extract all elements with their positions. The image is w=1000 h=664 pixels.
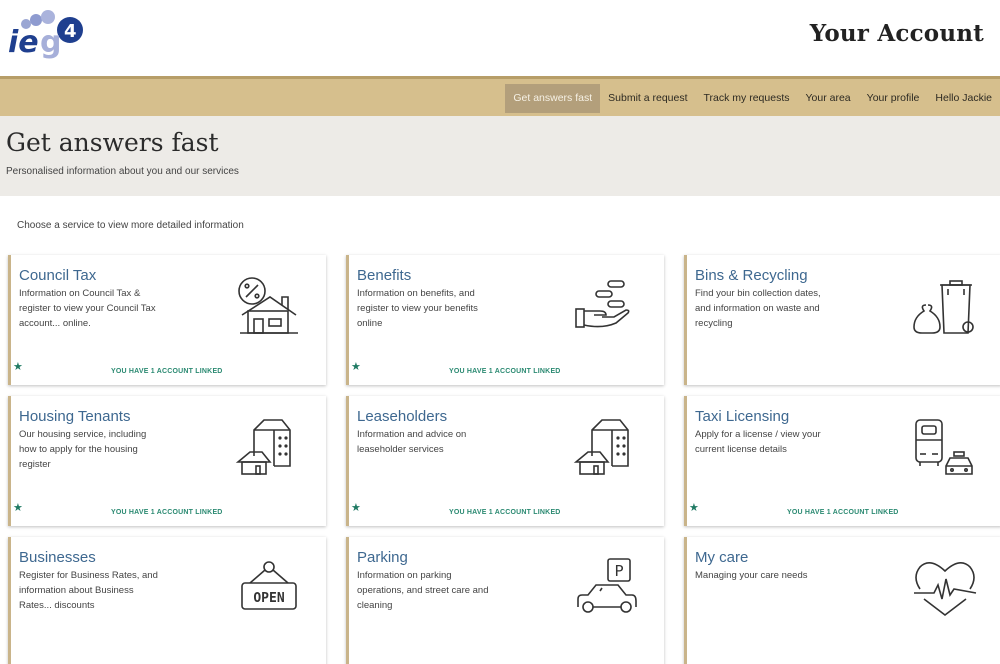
svg-text:g: g <box>40 25 61 60</box>
star-icon[interactable]: ★ <box>351 501 361 514</box>
nav-submit-request[interactable]: Submit a request <box>600 84 695 113</box>
star-icon[interactable]: ★ <box>351 360 361 373</box>
card-description: Our housing service, including how to ap… <box>19 429 147 470</box>
page-subtitle: Personalised information about you and o… <box>6 166 239 177</box>
card-title: Bins & Recycling <box>695 267 808 284</box>
service-card-benefits[interactable]: Benefits Information on benefits, and re… <box>346 255 664 385</box>
page-header-title: Your Account <box>809 20 984 47</box>
nav-track-requests[interactable]: Track my requests <box>696 84 798 113</box>
service-card-leaseholders[interactable]: Leaseholders Information and advice on l… <box>346 396 664 526</box>
card-title: Businesses <box>19 549 96 566</box>
card-description: Information on parking operations, and s… <box>357 570 489 611</box>
service-card-parking[interactable]: Parking Information on parking operation… <box>346 537 664 664</box>
card-description: Information on benefits, and register to… <box>357 288 478 329</box>
card-title: My care <box>695 549 749 566</box>
buildings-icon <box>573 419 629 475</box>
svg-text:4: 4 <box>64 21 77 42</box>
account-linked-status: YOU HAVE 1 ACCOUNT LINKED <box>449 368 561 375</box>
wheelie-bin-icon <box>913 280 974 334</box>
car-parking-icon: P <box>577 558 637 613</box>
heart-pulse-icon <box>914 562 977 617</box>
svg-text:OPEN: OPEN <box>253 591 284 606</box>
svg-text:P: P <box>614 562 623 580</box>
instructions-text: Choose a service to view more detailed i… <box>17 220 244 231</box>
service-card-taxi-licensing[interactable]: Taxi Licensing Apply for a license / vie… <box>684 396 1000 526</box>
service-card-my-care[interactable]: My care Managing your care needs <box>684 537 1000 664</box>
account-linked-status: YOU HAVE 1 ACCOUNT LINKED <box>449 509 561 516</box>
service-card-council-tax[interactable]: Council Tax Information on Council Tax &… <box>8 255 326 385</box>
bus-taxi-icon <box>915 419 973 475</box>
hand-coins-icon <box>575 280 630 328</box>
card-title: Parking <box>357 549 408 566</box>
card-description: Find your bin collection dates, and info… <box>695 288 821 329</box>
card-title: Housing Tenants <box>19 408 131 425</box>
main-nav: Get answers fast Submit a request Track … <box>0 76 1000 116</box>
nav-user-greeting[interactable]: Hello Jackie <box>927 84 1000 113</box>
card-title: Benefits <box>357 267 412 284</box>
buildings-icon <box>235 419 291 475</box>
star-icon[interactable]: ★ <box>689 501 699 514</box>
nav-get-answers-fast[interactable]: Get answers fast <box>505 84 601 113</box>
star-icon[interactable]: ★ <box>13 501 23 514</box>
page-title: Get answers fast <box>6 128 219 157</box>
card-description: Apply for a license / view your current … <box>695 429 821 455</box>
account-linked-status: YOU HAVE 1 ACCOUNT LINKED <box>111 509 223 516</box>
card-description: Information and advice on leaseholder se… <box>357 429 467 455</box>
card-title: Leaseholders <box>357 408 448 425</box>
card-title: Taxi Licensing <box>695 408 790 425</box>
service-card-housing-tenants[interactable]: Housing Tenants Our housing service, inc… <box>8 396 326 526</box>
card-title: Council Tax <box>19 267 97 284</box>
open-sign-icon: OPEN <box>241 561 297 610</box>
card-description: Information on Council Tax & register to… <box>19 288 156 329</box>
account-linked-status: YOU HAVE 1 ACCOUNT LINKED <box>787 509 899 516</box>
ieg4-logo[interactable]: 4 ie g <box>6 8 86 64</box>
nav-your-profile[interactable]: Your profile <box>859 84 928 113</box>
star-icon[interactable]: ★ <box>13 360 23 373</box>
account-linked-status: YOU HAVE 1 ACCOUNT LINKED <box>111 368 223 375</box>
card-description: Managing your care needs <box>695 570 808 581</box>
nav-your-area[interactable]: Your area <box>798 84 859 113</box>
card-description: Register for Business Rates, and informa… <box>19 570 158 611</box>
svg-text:ie: ie <box>8 25 39 60</box>
top-header: 4 ie g Your Account <box>0 0 1000 76</box>
service-card-bins-recycling[interactable]: Bins & Recycling Find your bin collectio… <box>684 255 1000 385</box>
house-percent-icon <box>238 277 298 334</box>
service-card-businesses[interactable]: Businesses Register for Business Rates, … <box>8 537 326 664</box>
hero-banner: Get answers fast Personalised informatio… <box>0 116 1000 196</box>
